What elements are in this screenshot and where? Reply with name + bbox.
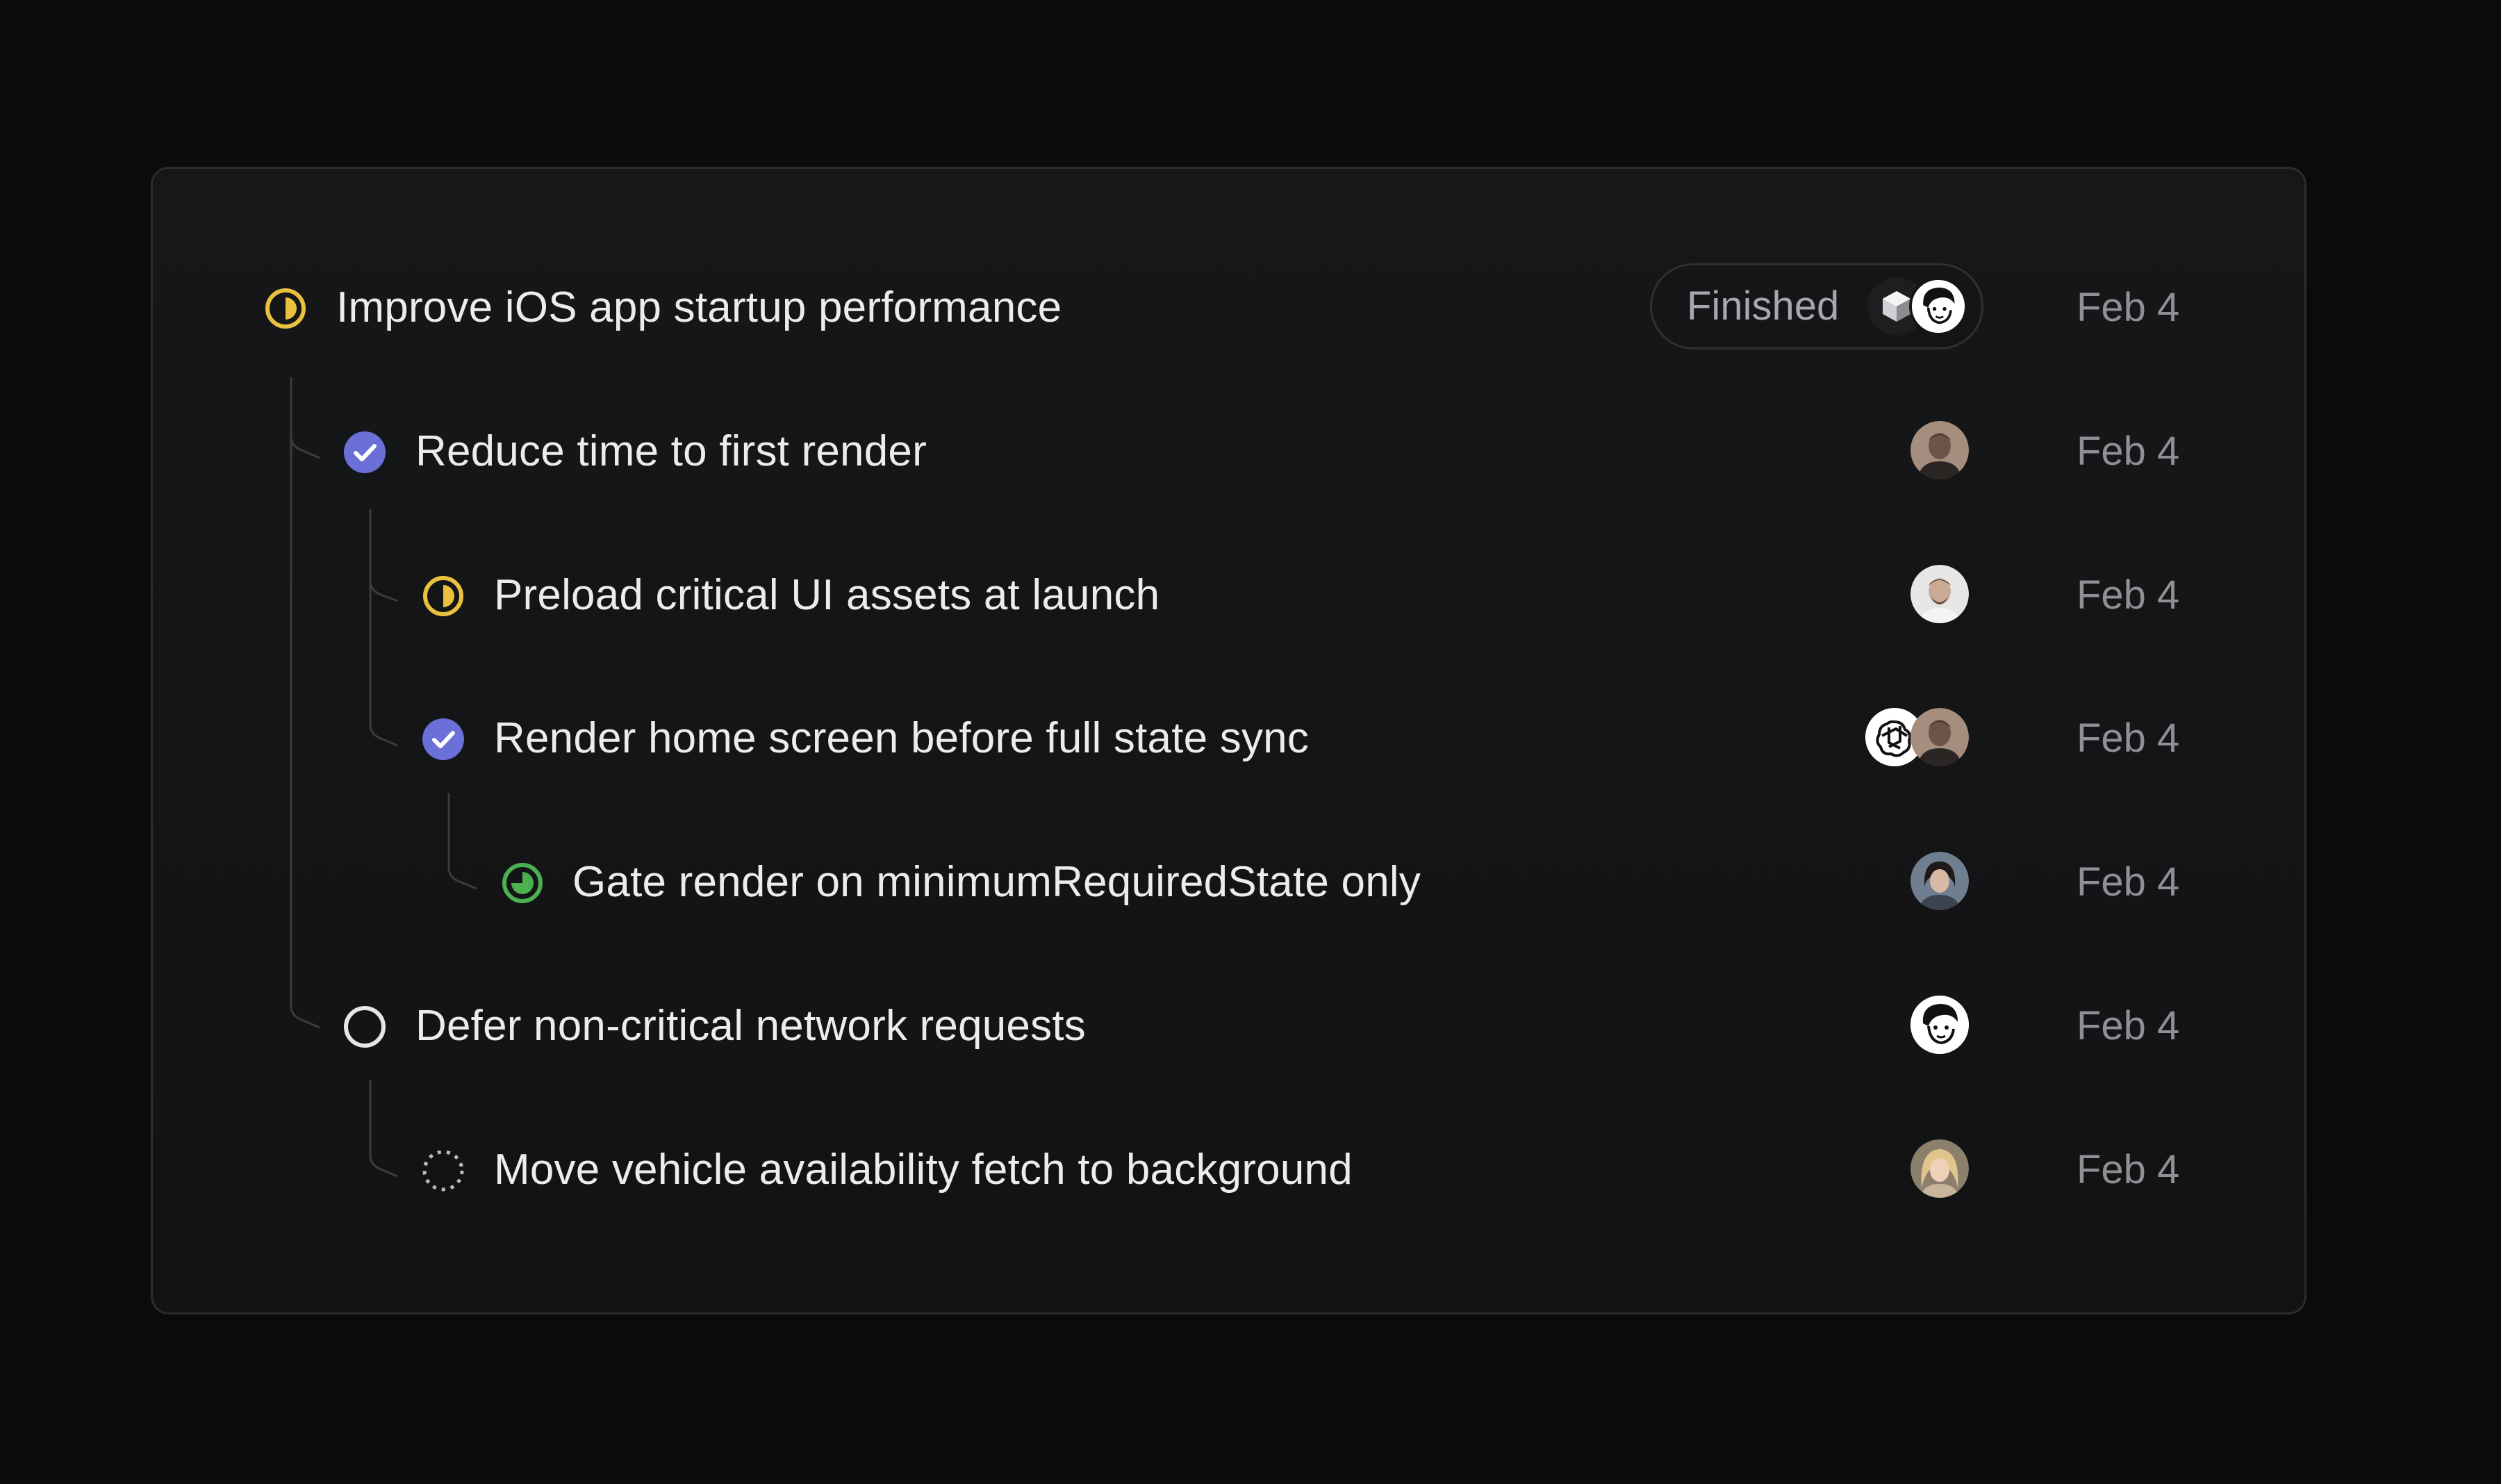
- issue-title[interactable]: Preload critical UI assets at launch: [494, 554, 1159, 637]
- user-avatar[interactable]: [1910, 852, 1969, 910]
- issue-date: Feb 4: [2077, 859, 2180, 905]
- issue-row[interactable]: Preload critical UI assets at launch Feb…: [153, 554, 2304, 637]
- todo-status-icon[interactable]: [343, 1005, 386, 1048]
- finished-status-pill[interactable]: Finished: [1650, 263, 1983, 349]
- issue-title[interactable]: Defer non-critical network requests: [415, 984, 1086, 1068]
- issue-date: Feb 4: [2077, 716, 2180, 761]
- issue-list-panel: Improve iOS app startup performance Feb …: [151, 167, 2306, 1314]
- issue-title[interactable]: Gate render on minimumRequiredState only: [572, 841, 1421, 924]
- user-avatar[interactable]: [1910, 421, 1969, 479]
- in-progress-status-icon[interactable]: [422, 575, 465, 618]
- issue-row[interactable]: Render home screen before full state syn…: [153, 697, 2304, 780]
- issue-title[interactable]: Improve iOS app startup performance: [336, 266, 1062, 349]
- issue-date: Feb 4: [2077, 572, 2180, 618]
- issue-date: Feb 4: [2077, 285, 2180, 330]
- pill-label: Finished: [1687, 283, 1840, 329]
- user-avatar[interactable]: [1910, 565, 1969, 623]
- issue-date: Feb 4: [2077, 1003, 2180, 1048]
- issue-title[interactable]: Render home screen before full state syn…: [494, 697, 1309, 780]
- issue-row[interactable]: Reduce time to first render Feb 4: [153, 410, 2304, 493]
- issue-date: Feb 4: [2077, 429, 2180, 474]
- issue-row[interactable]: Defer non-critical network requests Feb …: [153, 984, 2304, 1068]
- issue-date: Feb 4: [2077, 1147, 2180, 1192]
- issue-row[interactable]: Gate render on minimumRequiredState only…: [153, 841, 2304, 924]
- done-status-icon[interactable]: [343, 431, 386, 474]
- issue-title[interactable]: Reduce time to first render: [415, 410, 927, 493]
- user-avatar[interactable]: [1910, 1139, 1969, 1198]
- issue-row[interactable]: Move vehicle availability fetch to backg…: [153, 1128, 2304, 1212]
- backlog-status-icon[interactable]: [422, 1149, 465, 1192]
- issue-title[interactable]: Move vehicle availability fetch to backg…: [494, 1128, 1353, 1212]
- done-status-icon[interactable]: [422, 718, 465, 761]
- user-avatar[interactable]: [1910, 708, 1969, 766]
- cartoon-face-avatar[interactable]: [1909, 277, 1967, 336]
- cartoon-face-avatar[interactable]: [1910, 996, 1969, 1054]
- in-review-status-icon[interactable]: [501, 861, 544, 905]
- in-progress-status-icon[interactable]: [264, 287, 307, 330]
